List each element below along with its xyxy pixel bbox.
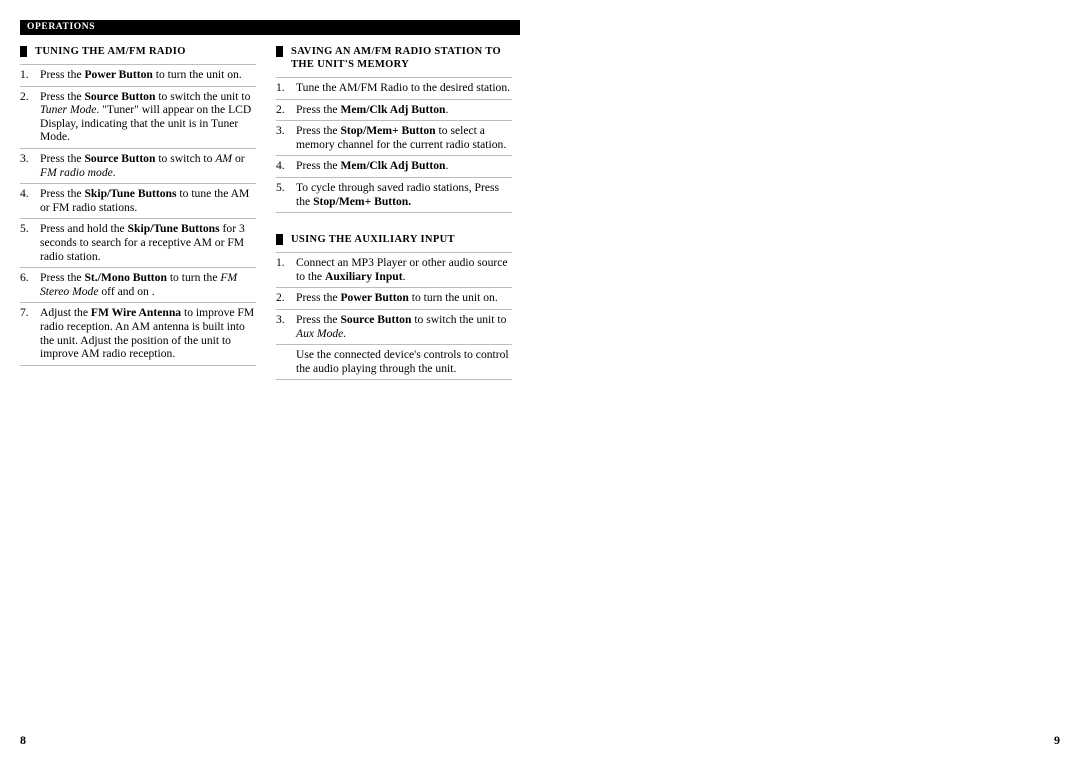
step-list: 1. Press the Power Button to turn the uni… <box>20 64 256 366</box>
step-number: 3. <box>276 312 285 326</box>
square-bullet-icon <box>276 234 283 246</box>
step-number: 5. <box>20 222 29 236</box>
step-text: Adjust the FM Wire Antenna to improve FM… <box>40 306 255 361</box>
step-text: Tune the AM/FM Radio to the desired stat… <box>296 81 511 94</box>
square-bullet-icon <box>20 46 27 57</box>
step-item: 1. Connect an MP3 Player or other audio s… <box>276 252 512 289</box>
section-title-text: USING THE AUXILIARY INPUT <box>291 234 455 246</box>
step-number: 2. <box>20 89 29 103</box>
step-text: To cycle through saved radio stations, P… <box>296 180 500 208</box>
step-item: 5. To cycle through saved radio stations,… <box>276 178 512 214</box>
step-item: 4. Press the Mem/Clk Adj Button. <box>276 156 512 178</box>
step-item: 1. Tune the AM/FM Radio to the desired st… <box>276 77 512 100</box>
step-text: Press the Source Button to switch the un… <box>296 312 507 340</box>
step-number: 4. <box>276 159 285 173</box>
step-item: 2. Press the Source Button to switch the … <box>20 87 256 149</box>
step-number: 1. <box>276 256 285 270</box>
step-number: 7. <box>20 306 29 320</box>
step-item: 4. Press the Skip/Tune Buttons to tune th… <box>20 184 256 220</box>
step-number: 6. <box>20 271 29 285</box>
step-number: 3. <box>20 151 29 165</box>
step-text: Use the connected device's controls to c… <box>296 348 509 375</box>
step-list: 1. Connect an MP3 Player or other audio s… <box>276 252 512 381</box>
page-right: OPERATIONS SETTING THE CLOCK1.Press the … <box>540 0 1080 766</box>
step-item: 6. Press the St./Mono Button to turn the … <box>20 268 256 304</box>
step-item: 3. Press the Source Button to switch to A… <box>20 149 256 185</box>
step-text: Press the Source Button to switch to AM … <box>40 151 245 179</box>
step-item: 3. Press the Stop/Mem+ Button to select a… <box>276 121 512 157</box>
step-text: Press the Source Button to switch the un… <box>40 89 252 144</box>
column-1: TUNING THE AM/FM RADIO 1. Press the Power … <box>20 45 256 366</box>
step-text: Press the Mem/Clk Adj Button. <box>296 159 449 173</box>
step-number: 4. <box>20 187 29 201</box>
step-number: 1. <box>20 68 29 81</box>
section: USING THE AUXILIARY INPUT 1. Connect an MP… <box>276 233 512 381</box>
step-text: Press the Power Button to turn the unit … <box>296 291 498 305</box>
step-item: 3. Press the Source Button to switch the … <box>276 310 512 346</box>
step-number: 5. <box>276 180 285 194</box>
step-item: Use the connected device's controls to c… <box>276 345 512 381</box>
step-number: 2. <box>276 291 285 305</box>
section-title-text: SAVING AN AM/FM RADIO STATION TO THE UNI… <box>291 46 502 70</box>
step-text: Press the Mem/Clk Adj Button. <box>296 102 449 116</box>
step-text: Press and hold the Skip/Tune Buttons for… <box>40 222 245 263</box>
page-left: OPERATIONS TUNING THE AM/FM RADIO 1. Press… <box>0 0 540 766</box>
column-2: SAVING AN AM/FM RADIO STATION TO THE UNI… <box>276 45 512 381</box>
step-text: Press the St./Mono Button to turn the FM… <box>40 271 238 298</box>
step-item: 5. Press and hold the Skip/Tune Buttons f… <box>20 219 256 269</box>
section-title-text: TUNING THE AM/FM RADIO <box>35 46 186 57</box>
section: SAVING AN AM/FM RADIO STATION TO THE UNI… <box>276 45 512 214</box>
page-number-left: 8 <box>20 733 26 747</box>
section-heading: TUNING THE AM/FM RADIO <box>20 45 256 58</box>
square-bullet-icon <box>276 46 283 57</box>
step-text: Press the Power Button to turn the unit … <box>40 68 242 81</box>
step-text: Connect an MP3 Player or other audio sou… <box>296 256 508 283</box>
step-item: 1. Press the Power Button to turn the uni… <box>20 64 256 87</box>
section-heading: USING THE AUXILIARY INPUT <box>276 233 512 246</box>
step-list: 1. Tune the AM/FM Radio to the desired st… <box>276 77 512 214</box>
step-text: Press the Skip/Tune Buttons to tune the … <box>40 187 250 214</box>
step-item: 2. Press the Mem/Clk Adj Button. <box>276 100 512 122</box>
step-number: 1. <box>276 81 285 94</box>
step-text: Press the Stop/Mem+ Button to select a m… <box>296 124 507 151</box>
section-heading: SAVING AN AM/FM RADIO STATION TO THE UNI… <box>276 45 512 71</box>
page-number-right: 9 <box>1054 733 1060 747</box>
page-header-left: OPERATIONS <box>20 20 520 35</box>
step-number: 2. <box>276 102 285 116</box>
step-item: 7. Adjust the FM Wire Antenna to improve … <box>20 303 256 366</box>
step-item: 2. Press the Power Button to turn the uni… <box>276 288 512 310</box>
step-number: 3. <box>276 124 285 138</box>
section: TUNING THE AM/FM RADIO 1. Press the Power … <box>20 45 256 366</box>
